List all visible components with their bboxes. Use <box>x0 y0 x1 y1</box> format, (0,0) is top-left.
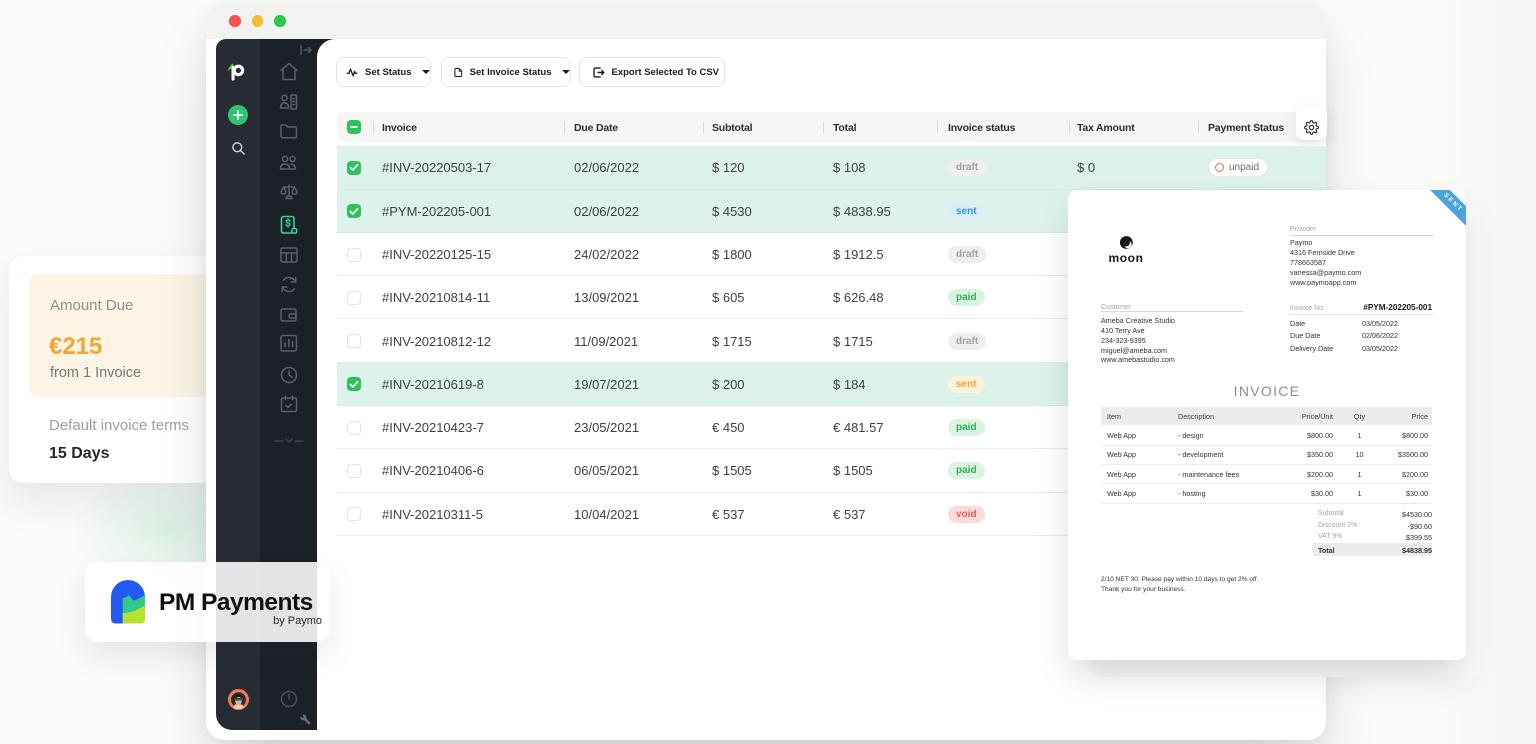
svg-text:moon: moon <box>1109 251 1144 264</box>
